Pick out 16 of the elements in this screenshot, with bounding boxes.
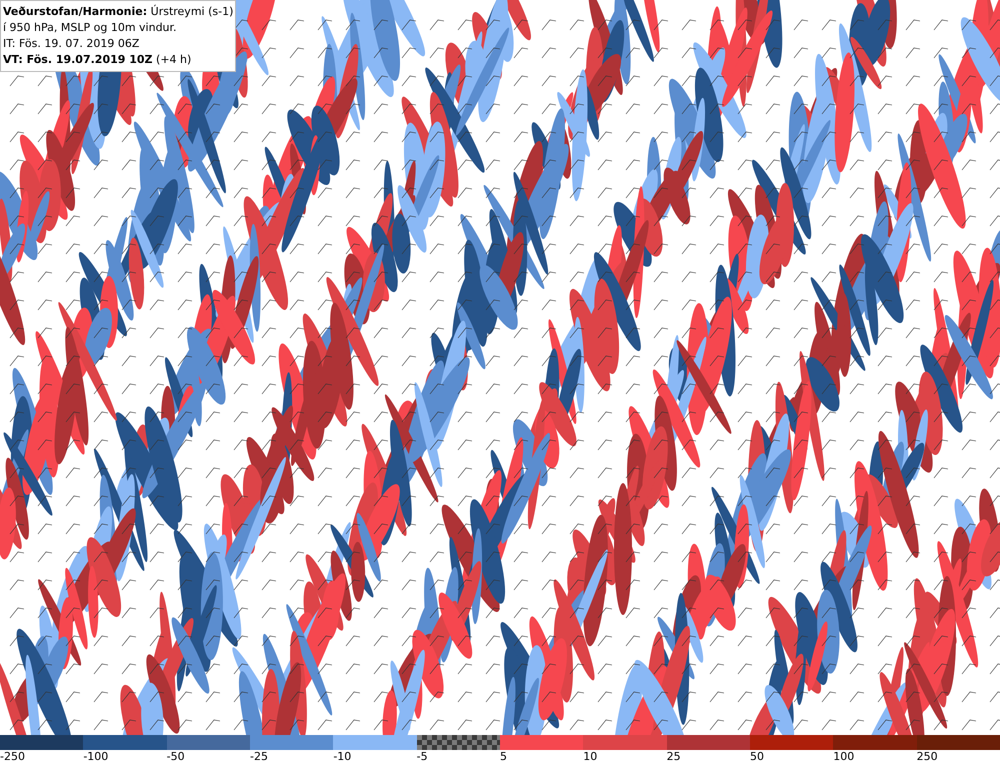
legend-label: -10 [333,750,352,763]
legend-label: -100 [83,750,108,763]
legend-label: -50 [166,750,185,763]
header-text: IT: Fös. 19. 07. 2019 06Z [3,36,140,52]
legend-label: 100 [833,750,854,763]
legend-label: -25 [250,750,268,763]
legend-label: 250 [916,750,938,763]
header-text: VT: Fös. 19.07.2019 10Z (+4 h) [3,52,192,68]
legend-label: 25 [666,750,681,763]
header-text: Veðurstofan/Harmonie: Úrstreymi (s-1) [3,4,234,20]
header-text: í 950 hPa, MSLP og 10m vindur. [3,20,177,36]
legend-label: 50 [750,750,764,763]
legend-label: 5 [500,750,507,763]
legend-label: -5 [416,750,428,763]
legend-label: -250 [0,750,25,763]
legend-label: 10 [583,750,598,763]
